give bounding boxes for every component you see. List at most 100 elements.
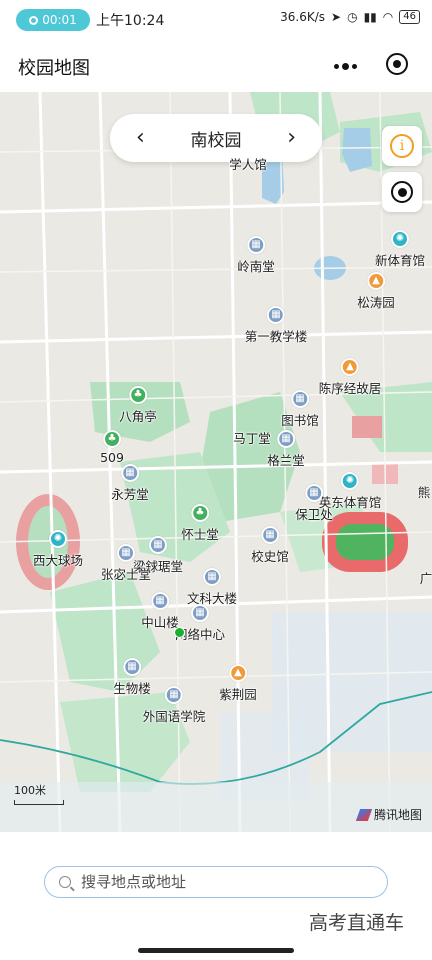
building-icon: ▦ [120, 464, 139, 482]
scale-label: 100米 [14, 784, 46, 797]
building-icon: ▦ [164, 686, 183, 704]
search-input[interactable] [81, 873, 361, 891]
poi-label: 保卫处 [295, 507, 333, 522]
poi-marker[interactable]: ▲ 紫荆园 [219, 664, 257, 703]
poi-label: 图书馆 [281, 413, 319, 428]
call-timer: 00:01 [42, 13, 77, 27]
signal-icon: ▮▮ [363, 10, 377, 24]
building-icon: ▦ [122, 658, 141, 676]
poi-marker[interactable]: 马丁堂 [233, 426, 271, 447]
battery-icon: 46 [399, 10, 420, 24]
poi-marker[interactable]: ▲ 陈序经故居 [318, 358, 382, 397]
poi-label: 紫荆园 [219, 687, 257, 702]
poi-marker[interactable]: ▦ 岭南堂 [237, 236, 275, 275]
poi-label: 第一教学楼 [244, 329, 308, 344]
poi-label: 永芳堂 [111, 487, 149, 502]
poi-marker[interactable]: ♣ 怀士堂 [181, 504, 219, 543]
call-timer-pill[interactable]: 00:01 [16, 9, 90, 31]
poi-label: 八角亭 [119, 409, 157, 424]
page-title: 校园地图 [18, 58, 90, 79]
status-indicators: 36.6K/s ➤ ◷ ▮▮ ◠ 46 [280, 10, 420, 24]
prev-campus-button[interactable]: ‹ [136, 127, 145, 149]
park-icon: ♣ [190, 504, 209, 522]
poi-marker[interactable]: ▲ 松涛园 [357, 272, 395, 311]
poi-marker[interactable]: ▦ 张宓士堂 [101, 544, 151, 583]
poi-label: 学人馆 [229, 157, 267, 172]
poi-label: 广 [419, 571, 432, 586]
tencent-map-icon [355, 808, 373, 821]
poi-marker[interactable]: ♣ 八角亭 [119, 386, 157, 425]
search-box[interactable] [44, 866, 388, 898]
poi-label: 马丁堂 [233, 431, 271, 446]
building-icon: ▦ [150, 592, 169, 610]
poi-marker[interactable]: ▦ 外国语学院 [143, 686, 205, 725]
poi-marker[interactable]: ▦ 格兰堂 [267, 430, 305, 469]
building-icon: ▦ [202, 568, 221, 586]
building-icon: ▦ [148, 536, 167, 554]
poi-marker[interactable]: ▦ 文科大楼 [187, 568, 237, 607]
info-icon: i [390, 134, 414, 158]
scale-bar [14, 800, 64, 805]
poi-label: 中山楼 [141, 615, 179, 630]
building-icon: ▦ [304, 484, 323, 502]
park-icon: ♣ [128, 386, 147, 404]
poi-marker[interactable]: ✺ 新体育馆 [375, 230, 425, 269]
landmark-icon: ▲ [340, 358, 359, 376]
building-icon: ▦ [276, 430, 295, 448]
map-provider-name: 腾讯地图 [373, 808, 422, 822]
poi-label: 格兰堂 [267, 453, 305, 468]
poi-label: 怀士堂 [181, 527, 219, 542]
map-base [0, 92, 432, 832]
nav-bar: 校园地图 [0, 38, 432, 92]
map-scale: 100米 [14, 782, 64, 805]
next-campus-button[interactable]: › [287, 127, 296, 149]
campus-map[interactable]: ‹ 南校园 › i 学人馆 ▦ 岭南堂 ✺ 新体育馆 ▲ 松涛园 ▦ 第一教学楼… [0, 92, 432, 832]
restaurant-icon: ▲ [366, 272, 385, 290]
campus-switcher: ‹ 南校园 › [110, 114, 322, 162]
locate-button[interactable] [382, 172, 422, 212]
poi-label: 西大球场 [32, 553, 84, 568]
call-icon [29, 15, 39, 25]
home-indicator[interactable] [138, 948, 294, 953]
network-speed: 36.6K/s [280, 10, 326, 24]
poi-marker[interactable]: ♣ 509 [100, 430, 124, 465]
locate-icon [391, 181, 413, 203]
poi-label: 校史馆 [251, 549, 289, 564]
close-miniprogram-button[interactable] [386, 53, 408, 75]
current-location-dot [174, 627, 185, 638]
poi-label: 陈序经故居 [318, 381, 382, 396]
alarm-icon: ◷ [347, 10, 358, 24]
sports-icon: ✺ [340, 472, 359, 490]
poi-label: 509 [100, 450, 124, 465]
poi-marker[interactable]: ▦ 永芳堂 [111, 464, 149, 503]
poi-marker[interactable]: ▦ 图书馆 [281, 390, 319, 429]
building-icon: ▦ [266, 306, 285, 324]
park-icon: ♣ [102, 430, 121, 448]
poi-marker[interactable]: ▦ 校史馆 [251, 526, 289, 565]
poi-marker[interactable]: 广 [420, 566, 432, 587]
poi-marker[interactable]: ▦ 网络中心 [175, 604, 225, 643]
sports-icon: ✺ [390, 230, 409, 248]
building-icon: ▦ [260, 526, 279, 544]
clock: 上午10:24 [96, 13, 165, 29]
campus-name: 南校园 [190, 130, 242, 151]
poi-label: 新体育馆 [374, 253, 426, 268]
bottom-panel: 高考直通车 [0, 832, 432, 960]
restaurant-icon: ▲ [228, 664, 247, 682]
more-menu-button[interactable] [330, 54, 360, 78]
location-icon: ➤ [331, 10, 342, 24]
poi-marker[interactable]: ▦ 保卫处 [295, 484, 333, 523]
poi-marker[interactable]: ▦ 第一教学楼 [244, 306, 308, 345]
poi-marker[interactable]: ▦ 中山楼 [141, 592, 179, 631]
search-icon [59, 876, 71, 888]
wifi-icon: ◠ [382, 10, 394, 24]
poi-marker[interactable]: 学人馆 [229, 152, 267, 173]
status-bar: 00:01 上午10:24 36.6K/s ➤ ◷ ▮▮ ◠ 46 [0, 0, 432, 38]
poi-marker[interactable]: ✺ 西大球场 [33, 530, 83, 569]
building-icon: ▦ [246, 236, 265, 254]
info-button[interactable]: i [382, 126, 422, 166]
poi-label: 张宓士堂 [100, 567, 152, 582]
poi-marker[interactable]: 熊 [418, 480, 431, 501]
poi-label: 岭南堂 [237, 259, 275, 274]
building-icon: ▦ [116, 544, 135, 562]
